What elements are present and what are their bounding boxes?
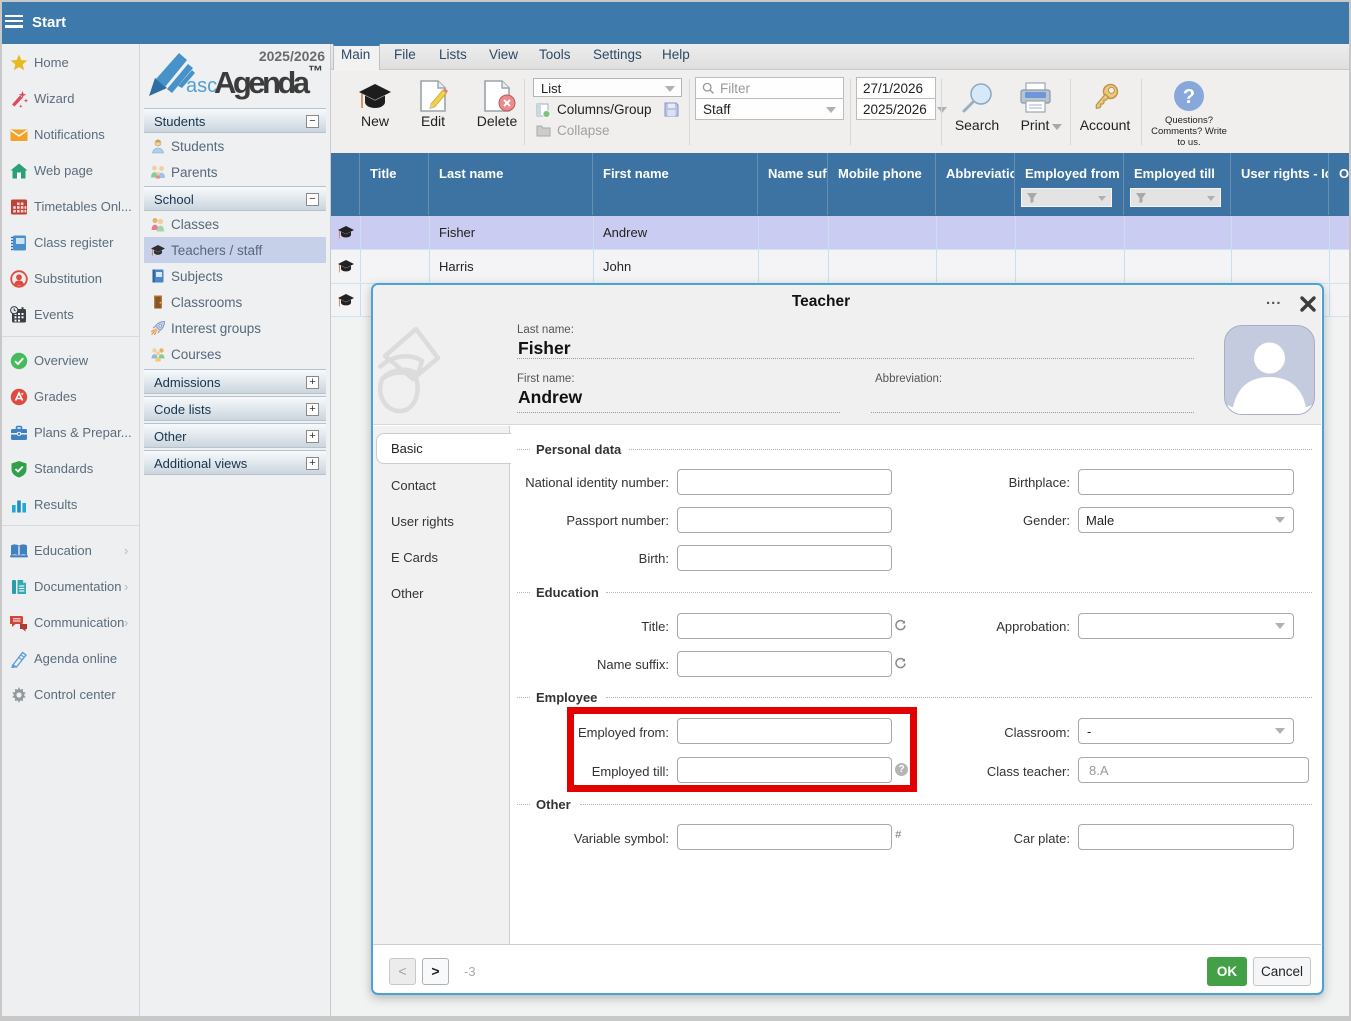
svg-text:Agenda: Agenda (214, 65, 311, 100)
svg-text:?: ? (1183, 86, 1195, 108)
svg-text:™: ™ (308, 63, 323, 80)
svg-text:asc: asc (186, 75, 217, 97)
